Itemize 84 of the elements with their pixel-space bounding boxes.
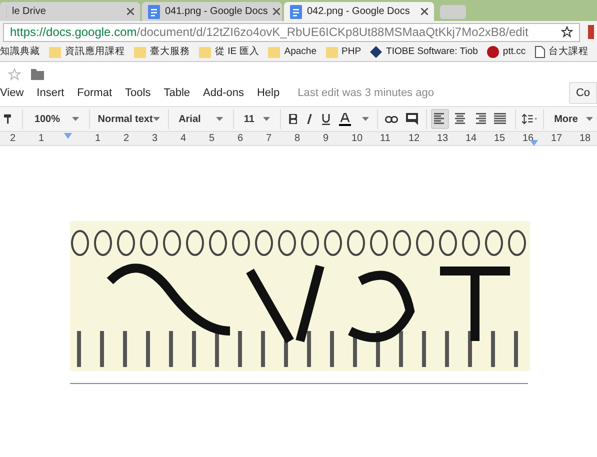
caret-icon (362, 117, 369, 121)
comments-button[interactable]: Co (568, 82, 597, 104)
ruler-number: 3 (152, 133, 158, 144)
close-icon[interactable] (421, 8, 428, 15)
bookmark[interactable]: ptt.cc (486, 44, 526, 60)
star-icon[interactable] (561, 26, 573, 38)
ruler-number: 1 (95, 133, 101, 144)
ruler-number: 10 (352, 133, 363, 144)
caret-icon (72, 117, 80, 121)
ruler-number: 18 (580, 133, 591, 144)
caret-icon (152, 117, 160, 121)
menu-item[interactable]: Add-ons (203, 84, 244, 102)
bookmark[interactable]: TIOBE Software: Tiob (370, 44, 478, 60)
caret-icon (262, 117, 270, 121)
browser-tab[interactable]: 041.png - Google Docs (142, 2, 282, 21)
ruler-number: 1 (38, 133, 44, 144)
caret-icon (586, 117, 593, 121)
indent-marker-icon[interactable] (530, 140, 538, 146)
tab-title: le Drive (12, 5, 46, 19)
menu-item[interactable]: View (0, 84, 24, 102)
ruler-number: 9 (323, 133, 329, 144)
link-icon[interactable] (385, 116, 398, 122)
ruler-number: 4 (180, 133, 186, 144)
ruler-number: 7 (266, 133, 272, 144)
page-icon (534, 46, 545, 58)
folder-icon (134, 46, 146, 58)
bold-icon[interactable] (288, 114, 297, 124)
menu-item[interactable]: Help (256, 84, 280, 102)
ruler-number: 6 (238, 133, 244, 144)
style-dropdown[interactable]: Normal text (94, 112, 164, 126)
folder-icon (326, 46, 338, 58)
underline-icon[interactable] (322, 114, 330, 124)
close-icon[interactable] (127, 8, 134, 15)
line-spacing-icon[interactable] (522, 113, 538, 125)
ruler-number: 13 (437, 133, 448, 144)
align-center-icon (453, 113, 468, 125)
tab-title: 041.png - Google Docs (165, 5, 268, 19)
bookmark[interactable]: PHP (326, 44, 362, 60)
comment-icon[interactable] (406, 113, 418, 125)
ruler-number: 16 (522, 133, 534, 144)
ruler-number: 12 (408, 133, 420, 144)
folder-icon (268, 46, 280, 58)
menu-item[interactable]: Table (164, 84, 190, 102)
bookmark[interactable]: 臺大服務 (134, 44, 190, 60)
text-color-icon[interactable] (338, 112, 353, 126)
ruler-number: 14 (466, 133, 477, 144)
align-justify-icon (493, 113, 508, 125)
paint-roller-icon[interactable] (4, 113, 12, 125)
url-path: /document/d/12tZI6zo4ovK_RbUE6ICKp8Ut88MSMaaQtKkj7Mo2xB8/edit (136, 24, 528, 40)
browser-tab[interactable]: le Drive (0, 2, 140, 21)
menu-item[interactable]: Tools (125, 84, 151, 102)
font-size-dropdown[interactable]: 11 (238, 112, 276, 126)
browser-tab[interactable]: 042.png - Google Docs (284, 2, 434, 21)
ruler-number: 8 (294, 133, 300, 144)
ruler-number: 2 (124, 133, 130, 144)
url-host: https://docs.google.com (10, 24, 137, 40)
ruler-number: 11 (380, 133, 390, 144)
ruler-number: 17 (551, 133, 562, 144)
align-button[interactable] (431, 109, 450, 129)
bookmark[interactable]: 資訊應用課程 (49, 44, 125, 60)
tab-title: 042.png - Google Docs (307, 5, 410, 19)
align-right-icon (473, 113, 488, 125)
bookmark[interactable]: 從 IE 匯入 (199, 44, 260, 60)
bookmark[interactable]: 知識典藏 (0, 44, 40, 60)
folder-icon (199, 46, 211, 58)
ruler-number: 15 (494, 133, 506, 144)
folder-icon[interactable] (31, 68, 44, 80)
menu-item[interactable]: Format (77, 84, 112, 102)
diamond-icon (370, 46, 382, 58)
menu-item[interactable]: Insert (36, 84, 64, 102)
zoom-dropdown[interactable]: 100% (28, 112, 86, 126)
bookmark[interactable]: Apache (268, 44, 316, 60)
italic-icon[interactable] (306, 114, 313, 124)
address-field[interactable]: https://docs.google.com/document/d/12tZI6zo4ovK_RbUE6ICKp8Ut88MSMaaQtKkj7Mo2xB8/edit (3, 22, 580, 42)
star-icon[interactable] (8, 68, 21, 80)
folder-icon (49, 46, 61, 58)
bookmark[interactable]: 台大課程 (534, 44, 589, 60)
font-dropdown[interactable]: Arial (172, 112, 230, 126)
ruler-number: 2 (10, 133, 16, 144)
close-icon[interactable] (272, 8, 280, 15)
caret-icon (216, 117, 224, 121)
last-edit-text[interactable]: Last edit was 3 minutes ago (298, 84, 434, 102)
ruler-number: 5 (209, 133, 215, 144)
more-button[interactable]: More (550, 112, 597, 126)
